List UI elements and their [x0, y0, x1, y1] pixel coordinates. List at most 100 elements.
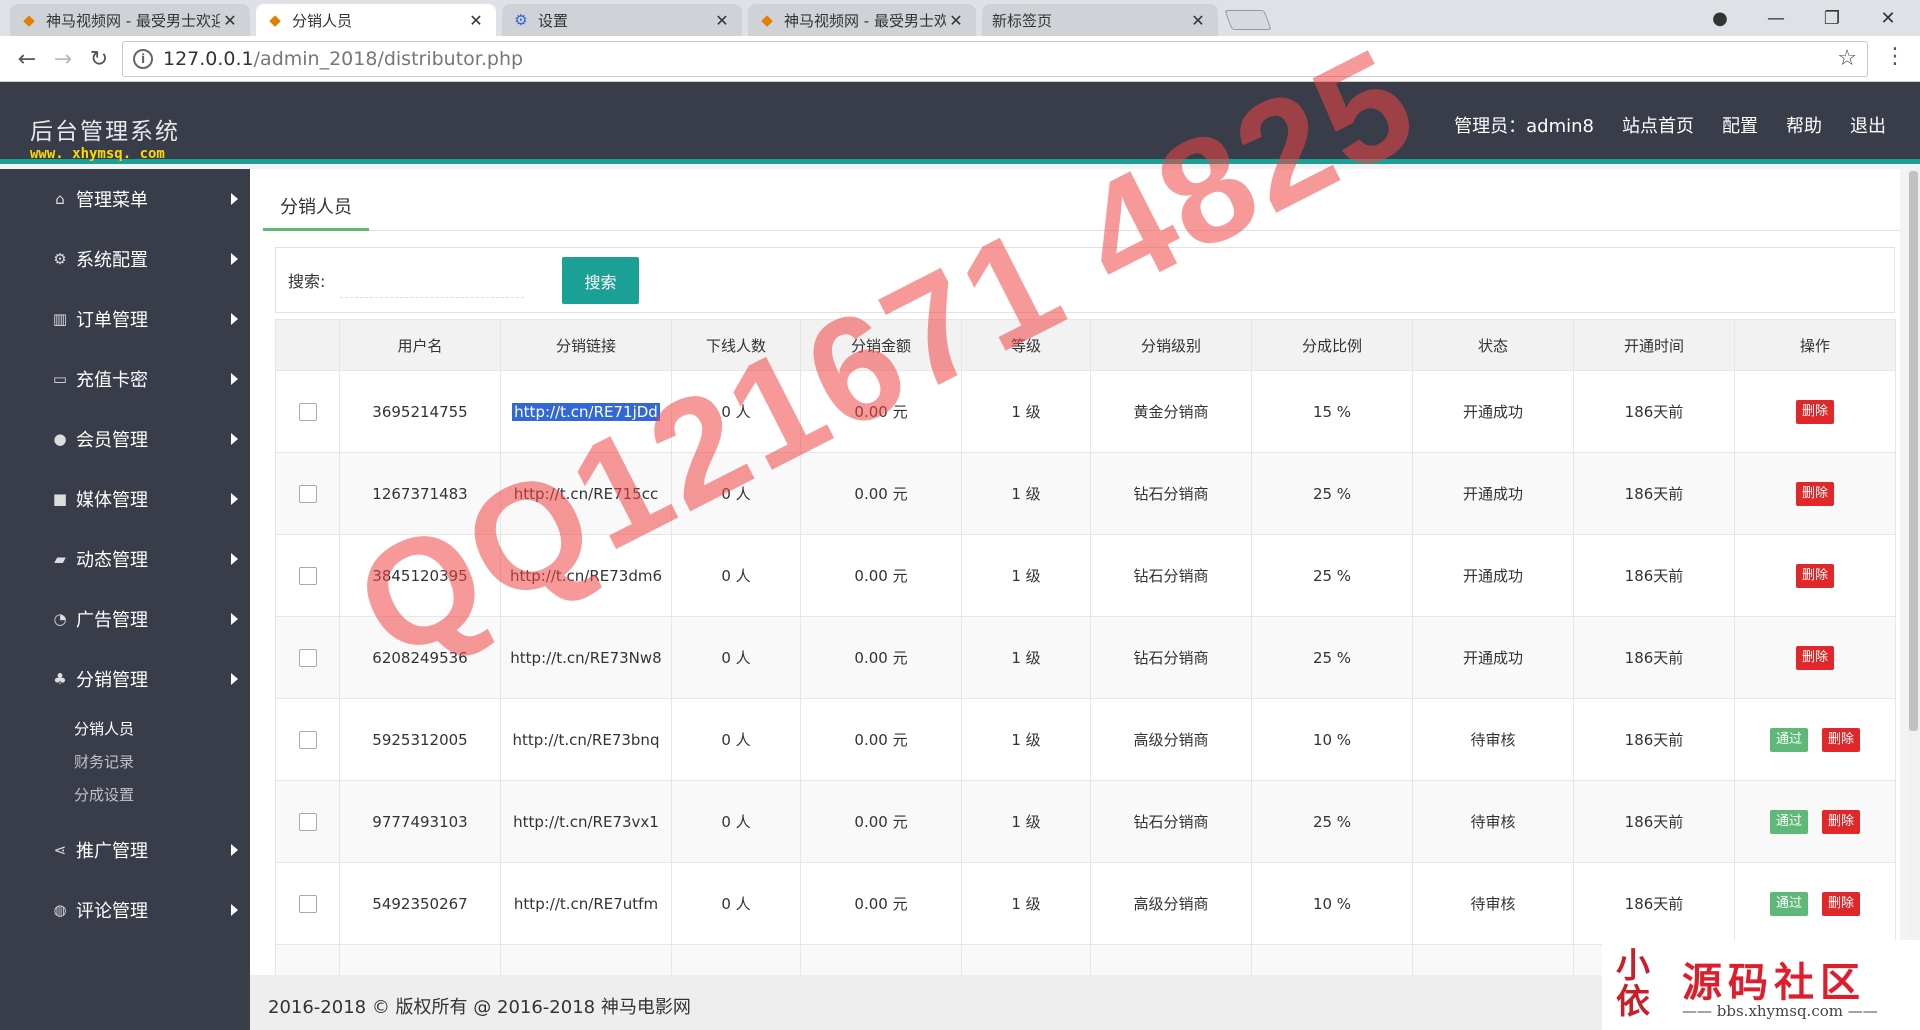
table-row: 1267371483 http://t.cn/RE715cc 0 人 0.00 …: [275, 452, 1896, 535]
nav-site-home[interactable]: 站点首页: [1622, 112, 1694, 138]
close-icon[interactable]: ✕: [466, 11, 486, 30]
delete-button[interactable]: 删除: [1795, 645, 1834, 670]
sidebar-item-media[interactable]: ■ 媒体管理: [0, 469, 250, 529]
share-icon: ⋖: [53, 841, 67, 859]
sidebar-item-label: 媒体管理: [76, 490, 148, 511]
new-tab-button[interactable]: [1224, 10, 1272, 30]
cell-downline: 0 人: [671, 780, 801, 863]
table-row: 5492350267 http://t.cn/RE7utfm 0 人 0.00 …: [275, 862, 1896, 945]
page-scrollbar[interactable]: [1907, 169, 1920, 975]
close-icon[interactable]: ✕: [712, 11, 732, 30]
browser-menu-icon[interactable]: ⋮: [1884, 44, 1906, 69]
row-checkbox[interactable]: [298, 648, 317, 667]
caret-right-icon: [231, 433, 238, 445]
cell-actions: 通过 删除: [1734, 698, 1896, 781]
scrollbar-thumb[interactable]: [1909, 171, 1918, 731]
row-checkbox[interactable]: [298, 730, 317, 749]
sidebar-item-news[interactable]: ▰ 动态管理: [0, 529, 250, 589]
cell-downline: 0 人: [671, 370, 801, 453]
cell-status: 待审核: [1412, 780, 1574, 863]
sidebar-item-comments[interactable]: ◍ 评论管理: [0, 880, 250, 940]
cell-status: 待审核: [1412, 698, 1574, 781]
cell-username: 6208249536: [339, 616, 501, 699]
sidebar-item-members[interactable]: ● 会员管理: [0, 409, 250, 469]
distribution-link[interactable]: http://t.cn/RE73Nw8: [510, 649, 661, 667]
browser-tab-2[interactable]: ◆ 分销人员 ✕: [256, 4, 496, 36]
main-content: 分销人员 搜索: 搜索 用户名 分销链接 下线人数 分销金额 等级 分销级别 分…: [250, 169, 1900, 1027]
close-icon[interactable]: ✕: [946, 11, 966, 30]
distribution-link[interactable]: http://t.cn/RE73dm6: [510, 567, 662, 585]
sidebar-item-distribution[interactable]: ♣ 分销管理: [0, 649, 250, 709]
bookmark-star-icon[interactable]: ☆: [1837, 46, 1857, 71]
sidebar-item-promotion[interactable]: ⋖ 推广管理: [0, 820, 250, 880]
profile-icon[interactable]: ●: [1692, 0, 1748, 36]
cell-amount: 0.00 元: [800, 780, 962, 863]
distribution-link[interactable]: http://t.cn/RE71jDd: [512, 402, 660, 421]
minimize-icon[interactable]: —: [1748, 0, 1804, 36]
browser-tab-1[interactable]: ◆ 神马视频网 - 最受男士欢迎 ✕: [10, 4, 250, 36]
search-button[interactable]: 搜索: [562, 257, 639, 304]
row-select-cell: [275, 862, 340, 945]
row-select-cell: [275, 370, 340, 453]
url-input[interactable]: i 127.0.0.1/admin_2018/distributor.php ☆: [122, 41, 1868, 77]
brand-subtitle: www. xhymsq. com: [30, 146, 165, 162]
tab-distributors[interactable]: 分销人员: [263, 189, 369, 231]
sidebar-subitem-commission[interactable]: 分成设置: [74, 779, 250, 812]
sidebar-item-menu[interactable]: ⌂ 管理菜单: [0, 169, 250, 229]
close-icon[interactable]: ✕: [1188, 11, 1208, 30]
row-checkbox[interactable]: [298, 566, 317, 585]
row-checkbox[interactable]: [298, 894, 317, 913]
home-icon: ⌂: [55, 190, 65, 208]
search-label: 搜索:: [288, 272, 326, 291]
sidebar-item-system-config[interactable]: ⚙ 系统配置: [0, 229, 250, 289]
browser-tab-4[interactable]: ◆ 神马视频网 - 最受男士欢迎 ✕: [748, 4, 976, 36]
admin-label: 管理员：admin8: [1454, 116, 1594, 137]
row-checkbox[interactable]: [298, 402, 317, 421]
cell-username: 5492350267: [339, 862, 501, 945]
sidebar-item-ads[interactable]: ◔ 广告管理: [0, 589, 250, 649]
approve-button[interactable]: 通过: [1769, 809, 1808, 834]
approve-button[interactable]: 通过: [1769, 727, 1808, 752]
sidebar-item-orders[interactable]: ▥ 订单管理: [0, 289, 250, 349]
browser-tab-5[interactable]: 新标签页 ✕: [982, 4, 1218, 36]
address-bar: ← → ↻ i 127.0.0.1/admin_2018/distributor…: [0, 36, 1920, 82]
delete-button[interactable]: 删除: [1822, 891, 1861, 916]
nav-logout[interactable]: 退出: [1850, 112, 1886, 138]
delete-button[interactable]: 删除: [1795, 481, 1834, 506]
window-close-icon[interactable]: ✕: [1860, 0, 1916, 36]
sidebar-subitem-finance[interactable]: 财务记录: [74, 746, 250, 779]
distribution-link[interactable]: http://t.cn/RE73bnq: [513, 731, 660, 749]
approve-button[interactable]: 通过: [1769, 891, 1808, 916]
cell-grade: 1 级: [961, 534, 1091, 617]
distribution-link[interactable]: http://t.cn/RE7utfm: [514, 895, 658, 913]
cell-opened: 186天前: [1573, 452, 1735, 535]
info-icon[interactable]: i: [133, 49, 153, 69]
nav-help[interactable]: 帮助: [1786, 112, 1822, 138]
close-icon[interactable]: ✕: [220, 11, 240, 30]
row-checkbox[interactable]: [298, 812, 317, 831]
caret-right-icon: [231, 613, 238, 625]
row-checkbox[interactable]: [298, 484, 317, 503]
restore-icon[interactable]: ❐: [1804, 0, 1860, 36]
delete-button[interactable]: 删除: [1822, 727, 1861, 752]
cell-actions: 删除: [1734, 616, 1896, 699]
sidebar-item-recharge-cards[interactable]: ▭ 充值卡密: [0, 349, 250, 409]
row-select-cell: [275, 780, 340, 863]
distribution-link[interactable]: http://t.cn/RE73vx1: [513, 813, 659, 831]
reload-icon[interactable]: ↻: [84, 44, 114, 74]
distribution-link[interactable]: http://t.cn/RE715cc: [514, 485, 658, 503]
cell-grade: 1 级: [961, 616, 1091, 699]
search-input[interactable]: [340, 262, 524, 298]
delete-button[interactable]: 删除: [1795, 399, 1834, 424]
back-arrow-icon[interactable]: ←: [12, 44, 42, 74]
cell-downline: 0 人: [671, 452, 801, 535]
cell-status: 待审核: [1412, 862, 1574, 945]
sidebar-subitem-distributors[interactable]: 分销人员: [74, 713, 250, 746]
forward-arrow-icon[interactable]: →: [48, 44, 78, 74]
nav-config[interactable]: 配置: [1722, 112, 1758, 138]
delete-button[interactable]: 删除: [1822, 809, 1861, 834]
delete-button[interactable]: 删除: [1795, 563, 1834, 588]
cell-status: 开通成功: [1412, 452, 1574, 535]
cell-level: 黄金分销商: [1090, 370, 1252, 453]
browser-tab-3[interactable]: ⚙ 设置 ✕: [502, 4, 742, 36]
